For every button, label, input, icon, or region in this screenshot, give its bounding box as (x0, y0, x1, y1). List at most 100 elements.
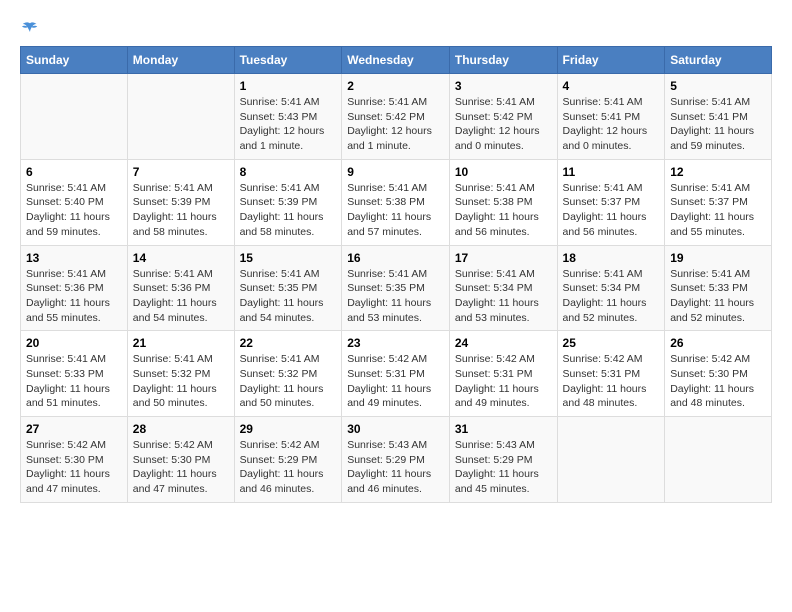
day-number: 11 (563, 165, 660, 179)
day-number: 5 (670, 79, 766, 93)
day-number: 31 (455, 422, 552, 436)
cell-content: Sunrise: 5:43 AMSunset: 5:29 PMDaylight:… (347, 438, 444, 497)
calendar-cell (557, 417, 665, 503)
cell-content: Sunrise: 5:41 AMSunset: 5:42 PMDaylight:… (347, 95, 444, 154)
calendar-cell: 13 Sunrise: 5:41 AMSunset: 5:36 PMDayligh… (21, 245, 128, 331)
day-header-friday: Friday (557, 47, 665, 74)
calendar-cell: 18 Sunrise: 5:41 AMSunset: 5:34 PMDayligh… (557, 245, 665, 331)
day-number: 26 (670, 336, 766, 350)
cell-content: Sunrise: 5:42 AMSunset: 5:31 PMDaylight:… (563, 352, 660, 411)
calendar-cell: 30Sunrise: 5:43 AMSunset: 5:29 PMDayligh… (342, 417, 450, 503)
calendar-cell: 3 Sunrise: 5:41 AMSunset: 5:42 PMDaylight… (449, 74, 557, 160)
day-header-saturday: Saturday (665, 47, 772, 74)
calendar-cell: 5Sunrise: 5:41 AMSunset: 5:41 PMDaylight… (665, 74, 772, 160)
cell-content: Sunrise: 5:41 AMSunset: 5:38 PMDaylight:… (347, 181, 444, 240)
cell-content: Sunrise: 5:41 AMSunset: 5:36 PMDaylight:… (133, 267, 229, 326)
day-number: 18 (563, 251, 660, 265)
calendar-cell: 28 Sunrise: 5:42 AMSunset: 5:30 PMDayligh… (127, 417, 234, 503)
day-number: 16 (347, 251, 444, 265)
day-number: 6 (26, 165, 122, 179)
calendar-cell: 25 Sunrise: 5:42 AMSunset: 5:31 PMDayligh… (557, 331, 665, 417)
cell-content: Sunrise: 5:41 AMSunset: 5:37 PMDaylight:… (670, 181, 766, 240)
logo (20, 20, 38, 36)
cell-content: Sunrise: 5:42 AMSunset: 5:31 PMDaylight:… (347, 352, 444, 411)
day-number: 20 (26, 336, 122, 350)
calendar-table: SundayMondayTuesdayWednesdayThursdayFrid… (20, 46, 772, 503)
calendar-cell (21, 74, 128, 160)
calendar-cell: 22Sunrise: 5:41 AMSunset: 5:32 PMDayligh… (234, 331, 342, 417)
calendar-cell (127, 74, 234, 160)
calendar-cell: 9 Sunrise: 5:41 AMSunset: 5:38 PMDaylight… (342, 159, 450, 245)
calendar-cell: 20 Sunrise: 5:41 AMSunset: 5:33 PMDayligh… (21, 331, 128, 417)
week-row-1: 1Sunrise: 5:41 AMSunset: 5:43 PMDaylight… (21, 74, 772, 160)
day-number: 22 (240, 336, 337, 350)
calendar-cell: 26 Sunrise: 5:42 AMSunset: 5:30 PMDayligh… (665, 331, 772, 417)
calendar-cell: 15 Sunrise: 5:41 AMSunset: 5:35 PMDayligh… (234, 245, 342, 331)
cell-content: Sunrise: 5:42 AMSunset: 5:29 PMDaylight:… (240, 438, 337, 497)
calendar-cell (665, 417, 772, 503)
cell-content: Sunrise: 5:41 AMSunset: 5:41 PMDaylight:… (563, 95, 660, 154)
day-number: 28 (133, 422, 229, 436)
calendar-cell: 11 Sunrise: 5:41 AMSunset: 5:37 PMDayligh… (557, 159, 665, 245)
cell-content: Sunrise: 5:42 AMSunset: 5:31 PMDaylight:… (455, 352, 552, 411)
day-number: 13 (26, 251, 122, 265)
day-number: 15 (240, 251, 337, 265)
page-header (20, 20, 772, 36)
calendar-cell: 6 Sunrise: 5:41 AMSunset: 5:40 PMDaylight… (21, 159, 128, 245)
calendar-cell: 14Sunrise: 5:41 AMSunset: 5:36 PMDayligh… (127, 245, 234, 331)
cell-content: Sunrise: 5:42 AMSunset: 5:30 PMDaylight:… (133, 438, 229, 497)
day-number: 7 (133, 165, 229, 179)
calendar-cell: 1Sunrise: 5:41 AMSunset: 5:43 PMDaylight… (234, 74, 342, 160)
day-number: 17 (455, 251, 552, 265)
week-row-3: 13 Sunrise: 5:41 AMSunset: 5:36 PMDayligh… (21, 245, 772, 331)
day-number: 29 (240, 422, 337, 436)
calendar-cell: 7 Sunrise: 5:41 AMSunset: 5:39 PMDaylight… (127, 159, 234, 245)
calendar-cell: 24 Sunrise: 5:42 AMSunset: 5:31 PMDayligh… (449, 331, 557, 417)
day-number: 12 (670, 165, 766, 179)
cell-content: Sunrise: 5:41 AMSunset: 5:37 PMDaylight:… (563, 181, 660, 240)
calendar-cell: 27 Sunrise: 5:42 AMSunset: 5:30 PMDayligh… (21, 417, 128, 503)
calendar-cell: 8Sunrise: 5:41 AMSunset: 5:39 PMDaylight… (234, 159, 342, 245)
cell-content: Sunrise: 5:41 AMSunset: 5:42 PMDaylight:… (455, 95, 552, 154)
calendar-cell: 29 Sunrise: 5:42 AMSunset: 5:29 PMDayligh… (234, 417, 342, 503)
day-header-monday: Monday (127, 47, 234, 74)
day-number: 24 (455, 336, 552, 350)
calendar-cell: 2 Sunrise: 5:41 AMSunset: 5:42 PMDaylight… (342, 74, 450, 160)
calendar-cell: 31 Sunrise: 5:43 AMSunset: 5:29 PMDayligh… (449, 417, 557, 503)
cell-content: Sunrise: 5:41 AMSunset: 5:35 PMDaylight:… (347, 267, 444, 326)
day-number: 27 (26, 422, 122, 436)
cell-content: Sunrise: 5:41 AMSunset: 5:40 PMDaylight:… (26, 181, 122, 240)
cell-content: Sunrise: 5:41 AMSunset: 5:32 PMDaylight:… (133, 352, 229, 411)
cell-content: Sunrise: 5:42 AMSunset: 5:30 PMDaylight:… (670, 352, 766, 411)
cell-content: Sunrise: 5:41 AMSunset: 5:36 PMDaylight:… (26, 267, 122, 326)
calendar-cell: 23 Sunrise: 5:42 AMSunset: 5:31 PMDayligh… (342, 331, 450, 417)
day-number: 25 (563, 336, 660, 350)
cell-content: Sunrise: 5:41 AMSunset: 5:35 PMDaylight:… (240, 267, 337, 326)
cell-content: Sunrise: 5:41 AMSunset: 5:34 PMDaylight:… (455, 267, 552, 326)
cell-content: Sunrise: 5:41 AMSunset: 5:34 PMDaylight:… (563, 267, 660, 326)
calendar-cell: 4Sunrise: 5:41 AMSunset: 5:41 PMDaylight… (557, 74, 665, 160)
cell-content: Sunrise: 5:42 AMSunset: 5:30 PMDaylight:… (26, 438, 122, 497)
calendar-cell: 21Sunrise: 5:41 AMSunset: 5:32 PMDayligh… (127, 331, 234, 417)
day-number: 2 (347, 79, 444, 93)
day-header-wednesday: Wednesday (342, 47, 450, 74)
day-number: 3 (455, 79, 552, 93)
cell-content: Sunrise: 5:41 AMSunset: 5:33 PMDaylight:… (26, 352, 122, 411)
cell-content: Sunrise: 5:41 AMSunset: 5:33 PMDaylight:… (670, 267, 766, 326)
week-row-4: 20 Sunrise: 5:41 AMSunset: 5:33 PMDayligh… (21, 331, 772, 417)
calendar-cell: 16 Sunrise: 5:41 AMSunset: 5:35 PMDayligh… (342, 245, 450, 331)
week-row-2: 6 Sunrise: 5:41 AMSunset: 5:40 PMDaylight… (21, 159, 772, 245)
day-number: 23 (347, 336, 444, 350)
cell-content: Sunrise: 5:41 AMSunset: 5:39 PMDaylight:… (240, 181, 337, 240)
calendar-cell: 12 Sunrise: 5:41 AMSunset: 5:37 PMDayligh… (665, 159, 772, 245)
day-number: 9 (347, 165, 444, 179)
week-row-5: 27 Sunrise: 5:42 AMSunset: 5:30 PMDayligh… (21, 417, 772, 503)
cell-content: Sunrise: 5:43 AMSunset: 5:29 PMDaylight:… (455, 438, 552, 497)
calendar-cell: 19Sunrise: 5:41 AMSunset: 5:33 PMDayligh… (665, 245, 772, 331)
day-header-sunday: Sunday (21, 47, 128, 74)
calendar-cell: 10Sunrise: 5:41 AMSunset: 5:38 PMDayligh… (449, 159, 557, 245)
cell-content: Sunrise: 5:41 AMSunset: 5:39 PMDaylight:… (133, 181, 229, 240)
day-number: 1 (240, 79, 337, 93)
day-header-tuesday: Tuesday (234, 47, 342, 74)
cell-content: Sunrise: 5:41 AMSunset: 5:38 PMDaylight:… (455, 181, 552, 240)
